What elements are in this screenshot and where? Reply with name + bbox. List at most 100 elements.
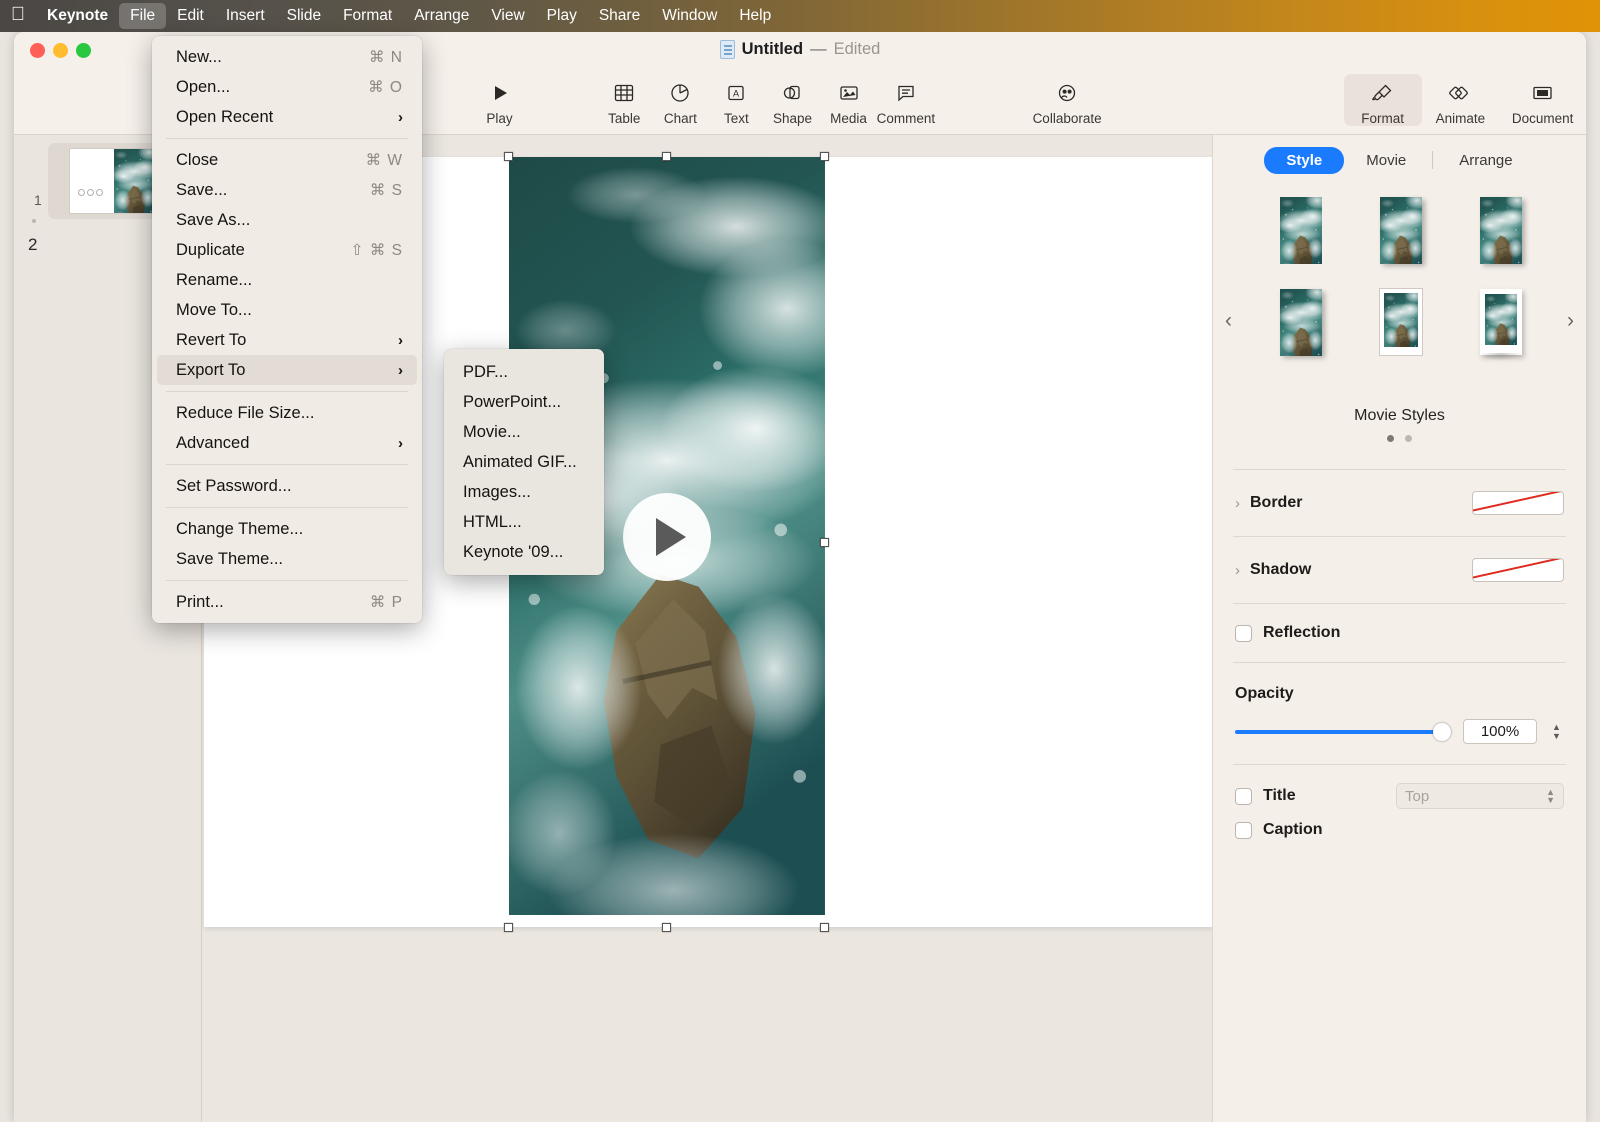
- selection-handle-top-center[interactable]: [662, 152, 671, 161]
- export-to-submenu[interactable]: PDF... PowerPoint... Movie... Animated G…: [444, 349, 604, 575]
- menu-item-print[interactable]: Print... ⌘ P: [157, 587, 417, 617]
- shape-button[interactable]: Shape: [764, 74, 820, 126]
- menu-edit[interactable]: Edit: [166, 3, 215, 29]
- document-button[interactable]: Document: [1499, 74, 1586, 126]
- menu-item-save[interactable]: Save... ⌘ S: [157, 175, 417, 205]
- selection-handle-bottom-left[interactable]: [504, 923, 513, 932]
- export-item-keynote09[interactable]: Keynote '09...: [449, 537, 599, 567]
- collaborate-button[interactable]: Collaborate: [1022, 74, 1112, 126]
- play-icon: [490, 80, 510, 106]
- menu-play[interactable]: Play: [536, 3, 588, 29]
- table-button[interactable]: Table: [596, 74, 652, 126]
- apple-icon[interactable]: : [0, 5, 36, 27]
- menu-item-change-theme[interactable]: Change Theme...: [157, 514, 417, 544]
- slide-number-1: 1: [34, 192, 42, 208]
- menu-item-set-password[interactable]: Set Password...: [157, 471, 417, 501]
- export-item-html[interactable]: HTML...: [449, 507, 599, 537]
- menu-keynote[interactable]: Keynote: [36, 3, 119, 29]
- caption-row[interactable]: Caption: [1213, 813, 1586, 847]
- menu-share[interactable]: Share: [588, 3, 651, 29]
- menu-item-close[interactable]: Close ⌘ W: [157, 145, 417, 175]
- selection-handle-bottom-right[interactable]: [820, 923, 829, 932]
- menu-item-rename[interactable]: Rename...: [157, 265, 417, 295]
- opacity-value-field[interactable]: 100%: [1463, 719, 1537, 744]
- menu-window[interactable]: Window: [651, 3, 728, 29]
- menu-item-save-as[interactable]: Save As...: [157, 205, 417, 235]
- style-thumb-6[interactable]: [1480, 289, 1522, 361]
- menu-item-open[interactable]: Open... ⌘ O: [157, 72, 417, 102]
- selection-handle-bottom-center[interactable]: [662, 923, 671, 932]
- selection-handle-top-right[interactable]: [820, 152, 829, 161]
- menu-item-new[interactable]: New... ⌘ N: [157, 42, 417, 72]
- style-page-dots[interactable]: [1213, 435, 1586, 442]
- menu-item-export-to[interactable]: Export To ›: [157, 355, 417, 385]
- tab-divider: [1432, 151, 1434, 169]
- menu-arrange[interactable]: Arrange: [403, 3, 480, 29]
- opacity-stepper[interactable]: ▲ ▼: [1549, 722, 1564, 741]
- style-thumb-1[interactable]: [1280, 197, 1322, 265]
- opacity-section: Opacity 100% ▲ ▼: [1213, 663, 1586, 764]
- export-item-html-label: HTML...: [463, 512, 522, 531]
- menu-item-revert-to[interactable]: Revert To ›: [157, 325, 417, 355]
- export-item-movie[interactable]: Movie...: [449, 417, 599, 447]
- play-overlay-button[interactable]: [623, 493, 711, 581]
- chevron-right-icon-shadow[interactable]: ›: [1235, 563, 1240, 578]
- play-button[interactable]: Play: [471, 74, 527, 126]
- stepper-down-icon[interactable]: ▼: [1552, 731, 1561, 741]
- export-item-pdf[interactable]: PDF...: [449, 357, 599, 387]
- style-thumb-3[interactable]: [1480, 197, 1522, 265]
- border-row[interactable]: › Border: [1213, 470, 1586, 536]
- menu-item-open-recent[interactable]: Open Recent ›: [157, 102, 417, 132]
- style-thumb-2[interactable]: [1380, 197, 1422, 265]
- title-row[interactable]: Title Top ▲ ▼: [1213, 779, 1586, 813]
- menu-item-duplicate[interactable]: Duplicate ⇧ ⌘ S: [157, 235, 417, 265]
- chart-button[interactable]: Chart: [652, 74, 708, 126]
- page-dot-1[interactable]: [1387, 435, 1394, 442]
- shadow-swatch-none[interactable]: [1472, 558, 1564, 582]
- menu-item-save-theme[interactable]: Save Theme...: [157, 544, 417, 574]
- export-item-images[interactable]: Images...: [449, 477, 599, 507]
- comment-button[interactable]: Comment: [877, 74, 935, 126]
- selection-handle-middle-right[interactable]: [820, 538, 829, 547]
- tab-style[interactable]: Style: [1264, 146, 1345, 174]
- menu-item-advanced[interactable]: Advanced ›: [157, 428, 417, 458]
- media-button[interactable]: Media: [821, 74, 877, 126]
- title-checkbox[interactable]: [1235, 787, 1252, 805]
- style-thumbnail-grid: [1251, 197, 1551, 361]
- style-thumb-4[interactable]: [1280, 289, 1322, 357]
- menu-help[interactable]: Help: [728, 3, 782, 29]
- menu-format[interactable]: Format: [332, 3, 403, 29]
- style-thumb-5[interactable]: [1380, 289, 1422, 355]
- shadow-row[interactable]: › Shadow: [1213, 537, 1586, 603]
- opacity-slider-knob[interactable]: [1433, 722, 1451, 741]
- chevron-right-icon[interactable]: ›: [1567, 309, 1574, 333]
- menu-view[interactable]: View: [480, 3, 535, 29]
- menu-item-export-to-label: Export To: [176, 360, 246, 379]
- tab-arrange[interactable]: Arrange: [1437, 147, 1534, 174]
- export-item-animated-gif[interactable]: Animated GIF...: [449, 447, 599, 477]
- reflection-checkbox[interactable]: [1235, 624, 1252, 642]
- opacity-slider[interactable]: [1235, 722, 1451, 741]
- text-button[interactable]: A Text: [708, 74, 764, 126]
- animate-button[interactable]: Animate: [1422, 74, 1500, 126]
- caption-checkbox[interactable]: [1235, 821, 1252, 839]
- format-button[interactable]: Format: [1343, 74, 1422, 126]
- reflection-row[interactable]: Reflection: [1213, 604, 1586, 662]
- menu-file[interactable]: File: [119, 3, 167, 29]
- menu-slide[interactable]: Slide: [276, 3, 332, 29]
- page-dot-2[interactable]: [1405, 435, 1412, 442]
- border-swatch-none[interactable]: [1472, 491, 1564, 515]
- chevron-left-icon[interactable]: ‹: [1225, 309, 1232, 333]
- menu-item-move-to[interactable]: Move To...: [157, 295, 417, 325]
- menu-item-reduce-file-size[interactable]: Reduce File Size...: [157, 398, 417, 428]
- menu-item-set-password-label: Set Password...: [176, 476, 292, 495]
- title-position-select[interactable]: Top ▲ ▼: [1396, 783, 1564, 809]
- menu-item-new-shortcut: ⌘ N: [369, 48, 403, 66]
- menu-insert[interactable]: Insert: [215, 3, 276, 29]
- export-item-powerpoint[interactable]: PowerPoint...: [449, 387, 599, 417]
- selection-handle-top-left[interactable]: [504, 152, 513, 161]
- chevron-right-icon-border[interactable]: ›: [1235, 496, 1240, 511]
- animate-icon: [1448, 80, 1472, 106]
- file-menu-dropdown[interactable]: New... ⌘ N Open... ⌘ O Open Recent › Clo…: [152, 36, 422, 623]
- tab-movie[interactable]: Movie: [1344, 147, 1428, 174]
